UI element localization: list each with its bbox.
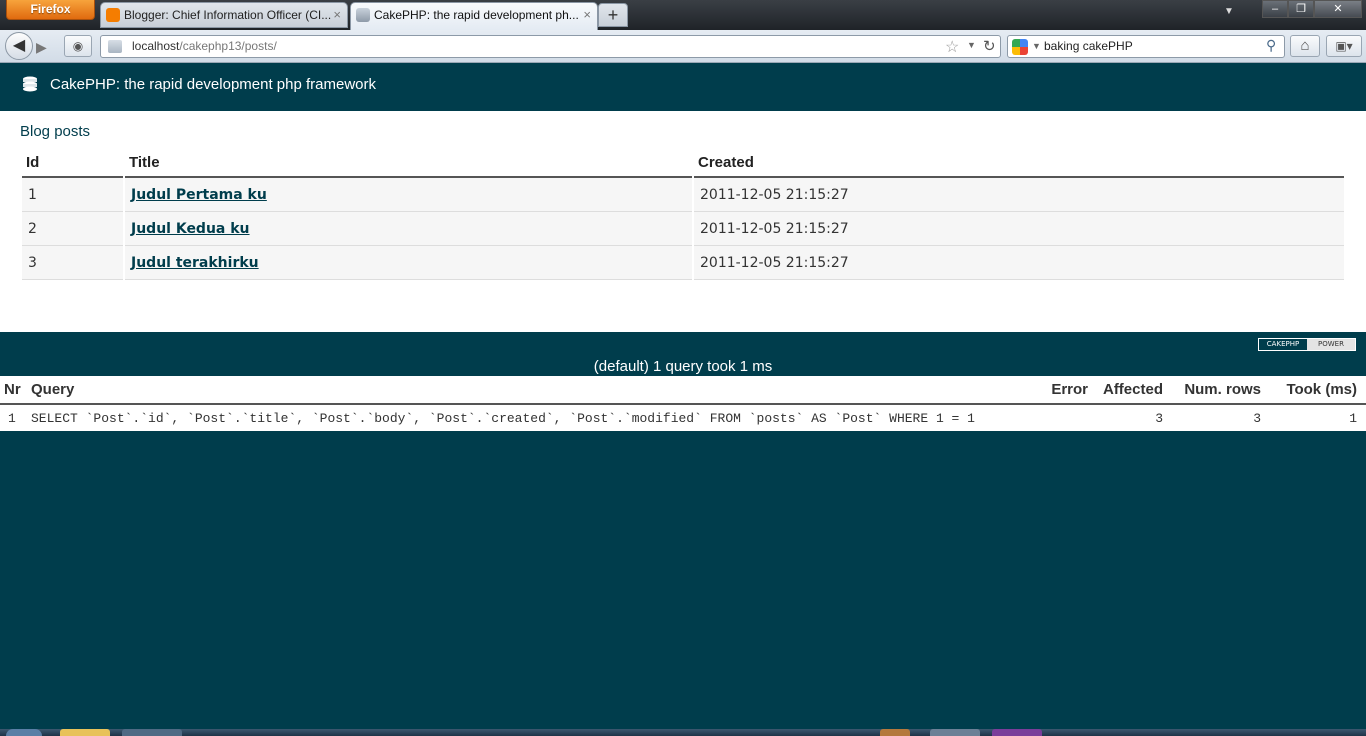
search-bar[interactable]: ▼ baking cakePHP ⚲ — [1007, 35, 1285, 58]
badge-left-text: CAKEPHP — [1259, 339, 1307, 350]
url-path: /cakephp13/posts/ — [179, 39, 277, 53]
column-header-affected: Affected — [1097, 376, 1172, 405]
taskbar-app-icon[interactable] — [930, 729, 980, 736]
query-nr: 1 — [8, 410, 16, 426]
tab-close-icon[interactable]: × — [333, 3, 341, 27]
tab-cakephp[interactable]: CakePHP: the rapid development ph... × — [350, 2, 598, 30]
maximize-icon[interactable]: ❐ — [1288, 0, 1314, 18]
blogger-icon — [106, 8, 120, 22]
column-header-created: Created — [694, 149, 1344, 178]
navigation-toolbar: ◀ ▶ ◉ localhost/cakephp13/posts/ ☆ ▼ ↻ ▼… — [0, 30, 1366, 63]
taskbar-app-icon[interactable] — [122, 729, 182, 736]
bookmark-star-icon[interactable]: ☆ — [945, 37, 959, 57]
os-taskbar — [0, 729, 1366, 736]
url-host: localhost — [132, 39, 180, 53]
tab-label: CakePHP: the rapid development ph... — [374, 8, 579, 22]
firefox-menu-button[interactable]: Firefox — [6, 0, 95, 20]
address-bar[interactable]: localhost/cakephp13/posts/ ☆ ▼ ↻ — [100, 35, 1001, 58]
home-icon[interactable]: ⌂ — [1290, 35, 1320, 57]
query-text: SELECT `Post`.`id`, `Post`.`title`, `Pos… — [31, 410, 975, 426]
post-title-cell: Judul Pertama ku — [125, 178, 692, 212]
start-button-icon[interactable] — [6, 729, 42, 736]
taskbar-app-icon[interactable] — [880, 729, 910, 736]
tab-blogger[interactable]: Blogger: Chief Information Officer (CI..… — [100, 2, 348, 28]
column-header-nr: Nr — [0, 376, 27, 405]
post-title-cell: Judul Kedua ku — [125, 212, 692, 246]
query-num-rows: 3 — [1253, 410, 1261, 426]
table-row: 2 Judul Kedua ku 2011-12-05 21:15:27 — [22, 212, 1344, 246]
column-header-id: Id — [22, 149, 123, 178]
query-affected: 3 — [1155, 410, 1163, 426]
column-header-error: Error — [1042, 376, 1097, 405]
history-dropdown-icon[interactable]: ▼ — [967, 40, 976, 50]
post-id: 1 — [22, 178, 123, 212]
reload-icon[interactable]: ↻ — [983, 37, 996, 55]
close-window-icon[interactable]: ✕ — [1314, 0, 1362, 18]
back-arrow-icon[interactable]: ◀ — [5, 32, 33, 60]
query-error — [1042, 404, 1097, 431]
tab-close-icon[interactable]: × — [583, 3, 591, 27]
taskbar-app-icon[interactable] — [992, 729, 1042, 736]
sql-log: Nr Query Error Affected Num. rows Took (… — [0, 376, 1366, 431]
site-title[interactable]: CakePHP: the rapid development php frame… — [50, 76, 376, 93]
google-icon[interactable] — [1012, 39, 1028, 55]
cakephp-logo-icon — [23, 76, 37, 92]
search-icon[interactable]: ⚲ — [1266, 37, 1276, 54]
post-title-link[interactable]: Judul terakhirku — [131, 255, 259, 271]
table-row: 1 Judul Pertama ku 2011-12-05 21:15:27 — [22, 178, 1344, 212]
post-title-link[interactable]: Judul Pertama ku — [131, 187, 267, 203]
post-created: 2011-12-05 21:15:27 — [694, 212, 1344, 246]
post-title-link[interactable]: Judul Kedua ku — [131, 221, 250, 237]
post-title-cell: Judul terakhirku — [125, 246, 692, 280]
site-identity-icon[interactable] — [108, 40, 122, 53]
page-title: Blog posts — [20, 123, 91, 140]
badge-right-text: POWER — [1307, 339, 1355, 350]
browser-titlebar: Firefox Blogger: Chief Information Offic… — [0, 0, 1366, 30]
new-tab-button[interactable]: + — [598, 3, 628, 27]
table-row: 1 SELECT `Post`.`id`, `Post`.`title`, `P… — [0, 404, 1366, 431]
list-all-tabs-icon[interactable]: ▼ — [1224, 6, 1234, 17]
sql-log-table: Nr Query Error Affected Num. rows Took (… — [0, 376, 1366, 431]
search-input[interactable]: baking cakePHP — [1044, 39, 1133, 53]
column-header-query: Query — [27, 376, 1042, 405]
page-header: CakePHP: the rapid development php frame… — [0, 64, 1366, 111]
bookmarks-menu-icon[interactable]: ▣▾ — [1326, 35, 1362, 57]
column-header-took: Took (ms) — [1270, 376, 1366, 405]
column-header-title: Title — [125, 149, 692, 178]
post-id: 3 — [22, 246, 123, 280]
post-id: 2 — [22, 212, 123, 246]
cakephp-favicon-icon — [356, 8, 370, 22]
main-content: Blog posts Id Title Created 1 Judul Pert… — [0, 111, 1366, 332]
minimize-icon[interactable]: – — [1262, 0, 1288, 18]
table-row: 3 Judul terakhirku 2011-12-05 21:15:27 — [22, 246, 1344, 280]
url-text[interactable]: localhost/cakephp13/posts/ — [132, 39, 277, 53]
posts-table: Id Title Created 1 Judul Pertama ku 2011… — [20, 149, 1346, 280]
column-header-num-rows: Num. rows — [1172, 376, 1270, 405]
taskbar-app-icon[interactable] — [60, 729, 110, 736]
cakephp-power-badge[interactable]: CAKEPHP POWER — [1258, 338, 1356, 351]
sql-log-caption: (default) 1 query took 1 ms — [593, 358, 773, 375]
downloads-icon[interactable]: ◉ — [64, 35, 92, 57]
post-created: 2011-12-05 21:15:27 — [694, 178, 1344, 212]
search-engine-dropdown-icon[interactable]: ▼ — [1032, 41, 1041, 51]
post-created: 2011-12-05 21:15:27 — [694, 246, 1344, 280]
forward-arrow-icon[interactable]: ▶ — [36, 37, 56, 57]
tab-label: Blogger: Chief Information Officer (CI..… — [124, 8, 332, 22]
query-took: 1 — [1349, 410, 1357, 426]
